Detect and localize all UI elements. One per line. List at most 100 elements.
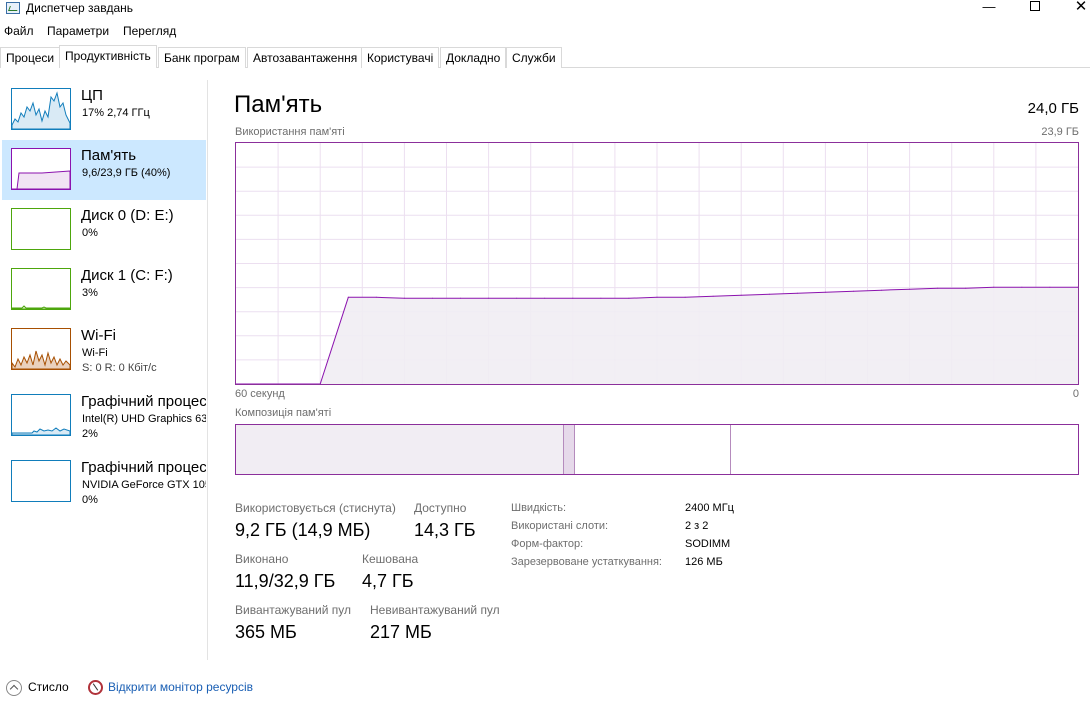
sidebar-item-wifi[interactable]: Wi-Fi Wi-Fi S: 0 R: 0 Кбіт/с (2, 320, 206, 380)
memory-usage-point (937, 287, 939, 289)
memory-usage-point (1021, 286, 1023, 288)
sidebar-item-detail: 0% (82, 494, 98, 506)
composition-modified[interactable] (564, 425, 575, 474)
sidebar-item-detail: S: 0 R: 0 Кбіт/с (82, 362, 157, 374)
form-factor-label: Форм-фактор: (511, 538, 584, 550)
memory-usage-point (572, 297, 574, 299)
usage-chart-max: 23,9 ГБ (1041, 126, 1079, 138)
memory-usage-area (236, 287, 1078, 384)
sidebar-item-title: Диск 1 (C: F:) (81, 267, 173, 284)
tab-app-history[interactable]: Банк програм (158, 47, 246, 68)
sidebar-item-title: Wi-Fi (81, 327, 116, 344)
composition-standby[interactable] (575, 425, 731, 474)
nonpaged-pool-value: 217 МБ (370, 622, 432, 642)
memory-usage-point (768, 293, 770, 295)
memory-usage-point (375, 296, 377, 298)
memory-usage-point (628, 297, 630, 299)
memory-usage-point (656, 296, 658, 298)
nonpaged-pool-label: Невивантажуваний пул (370, 603, 500, 617)
committed-label: Виконано (235, 552, 289, 566)
memory-usage-point (740, 294, 742, 296)
sidebar-item-subtitle: 9,6/23,9 ГБ (40%) (82, 167, 171, 179)
memory-usage-point (684, 296, 686, 298)
maximize-button[interactable] (1012, 0, 1058, 18)
memory-usage-point (881, 289, 882, 291)
sidebar-item-subtitle: 17% 2,74 ГГц (82, 107, 150, 119)
memory-usage-point (824, 291, 826, 293)
chevron-up-icon (6, 680, 22, 696)
sidebar-item-subtitle: Intel(R) UHD Graphics 630 (82, 413, 206, 425)
tab-details[interactable]: Докладно (440, 47, 507, 68)
sidebar-item-memory[interactable]: Пам'ять 9,6/23,9 ГБ (40%) (2, 140, 206, 200)
memory-usage-point (460, 297, 461, 299)
composition-in-use[interactable] (236, 425, 564, 474)
fewer-details-label: Стисло (28, 680, 69, 695)
window-title: Диспетчер завдань (26, 1, 134, 15)
memory-usage-point (516, 297, 518, 299)
tab-services[interactable]: Служби (506, 47, 562, 68)
tab-startup[interactable]: Автозавантаження (247, 47, 364, 68)
disk-0-thumbnail-graph (11, 208, 71, 250)
sidebar-item-disk-1[interactable]: Диск 1 (C: F:) 3% (2, 260, 206, 320)
memory-usage-point (544, 297, 546, 299)
menu-file[interactable]: Файл (4, 24, 34, 38)
in-use-label: Використовується (стиснута) (235, 501, 396, 515)
sidebar-item-gpu-0[interactable]: Графічний процесор 0 Intel(R) UHD Graphi… (2, 386, 206, 446)
minimize-button[interactable]: — (966, 0, 1012, 18)
tab-performance[interactable]: Продуктивність (59, 45, 157, 68)
sidebar-item-title: Диск 0 (D: E:) (81, 207, 174, 224)
paged-pool-value: 365 МБ (235, 622, 297, 642)
cached-value: 4,7 ГБ (362, 571, 414, 591)
tab-users[interactable]: Користувачі (361, 47, 440, 68)
title-bar: Диспетчер завдань — ✕ (0, 0, 1090, 18)
sidebar-item-subtitle: 0% (82, 227, 98, 239)
memory-usage-point (347, 296, 349, 298)
sidebar-item-gpu-1[interactable]: Графічний процесор 1 NVIDIA GeForce GTX … (2, 452, 206, 512)
sidebar-item-title: Графічний процесор 0 (81, 393, 206, 410)
sidebar-item-subtitle: Wi-Fi (82, 347, 108, 359)
memory-composition-bar (235, 424, 1079, 475)
sidebar-item-subtitle: 3% (82, 287, 98, 299)
slots-value: 2 з 2 (685, 520, 709, 532)
menu-options[interactable]: Параметри (47, 24, 109, 38)
sidebar-item-title: Пам'ять (81, 147, 137, 164)
memory-usage-chart (235, 142, 1079, 385)
total-memory: 24,0 ГБ (1027, 100, 1079, 117)
composition-label: Композиція пам'яті (235, 407, 332, 419)
sidebar-item-cpu[interactable]: ЦП 17% 2,74 ГГц (2, 80, 206, 140)
available-value: 14,3 ГБ (414, 520, 476, 540)
memory-usage-point (853, 290, 854, 292)
available-label: Доступно (414, 501, 467, 515)
time-axis-end: 0 (1072, 388, 1079, 400)
form-factor-value: SODIMM (685, 538, 731, 550)
sidebar-item-detail: 2% (82, 428, 98, 440)
committed-value: 11,9/32,9 ГБ (235, 571, 336, 591)
speed-value: 2400 МГц (685, 502, 734, 514)
usage-chart-label: Використання пам'яті (235, 126, 345, 138)
reserved-label: Зарезервоване устаткування: (511, 556, 662, 568)
resource-monitor-icon (88, 680, 103, 696)
tab-strip: Процеси Продуктивність Банк програм Авто… (0, 45, 1090, 68)
paged-pool-label: Вивантажуваний пул (235, 603, 351, 617)
memory-usage-point (403, 297, 405, 299)
sidebar-item-disk-0[interactable]: Диск 0 (D: E:) 0% (2, 200, 206, 260)
resource-sidebar: ЦП 17% 2,74 ГГц Пам'ять 9,6/23,9 ГБ (40%… (0, 80, 208, 660)
fewer-details-button[interactable]: Стисло (6, 680, 69, 696)
time-axis-start: 60 секунд (235, 388, 285, 400)
close-button[interactable]: ✕ (1058, 0, 1090, 18)
sidebar-item-title: ЦП (81, 87, 103, 104)
task-manager-icon (6, 2, 20, 14)
maximize-icon (1030, 1, 1040, 11)
memory-usage-point (432, 297, 433, 299)
wifi-thumbnail-graph (11, 328, 71, 370)
open-resource-monitor-link[interactable]: Відкрити монітор ресурсів (88, 680, 254, 696)
gpu-1-thumbnail-graph (11, 460, 71, 502)
resource-monitor-label: Відкрити монітор ресурсів (108, 680, 254, 694)
memory-usage-point (909, 288, 911, 290)
disk-1-thumbnail-graph (11, 268, 71, 310)
memory-usage-point (600, 297, 602, 299)
tab-processes[interactable]: Процеси (0, 47, 61, 68)
menu-view[interactable]: Перегляд (123, 24, 176, 38)
reserved-value: 126 МБ (685, 556, 723, 568)
memory-usage-point (796, 292, 798, 294)
